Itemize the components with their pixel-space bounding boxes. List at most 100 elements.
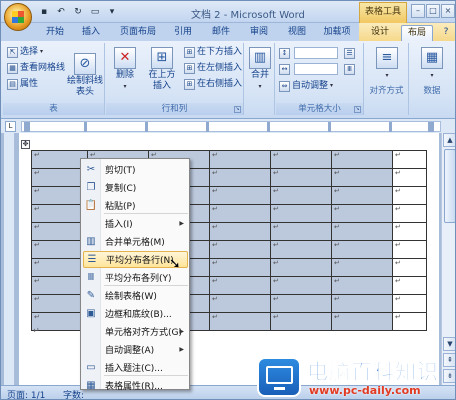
tab-home[interactable]: 开始 bbox=[39, 25, 71, 41]
tab-references[interactable]: 引用 bbox=[167, 25, 199, 41]
tab-view[interactable]: 视图 bbox=[281, 25, 313, 41]
insert-right-button[interactable]: ⊞ 在右侧插入 bbox=[184, 77, 242, 91]
tab-insert[interactable]: 插入 bbox=[75, 25, 107, 41]
dialog-launcher-icon[interactable]: ↘ bbox=[354, 106, 361, 113]
insert-above-button[interactable]: ⊞ 在上方插入 bbox=[146, 47, 178, 92]
table-cell[interactable]: ↵ bbox=[392, 222, 427, 241]
tab-layout[interactable]: 布局 bbox=[401, 25, 433, 41]
table-cell[interactable]: ↵ bbox=[209, 258, 271, 277]
close-button[interactable]: × bbox=[441, 4, 455, 18]
select-button[interactable]: ⇱ 选择 ▾ bbox=[7, 45, 43, 59]
office-button[interactable] bbox=[4, 3, 32, 31]
menu-item[interactable]: ✂ 剪切(T) bbox=[83, 161, 188, 178]
table-cell[interactable]: ↵ bbox=[270, 204, 332, 223]
table-cell[interactable]: ↵ bbox=[331, 222, 393, 241]
vertical-ruler[interactable] bbox=[4, 133, 15, 385]
table-cell[interactable]: ↵ bbox=[392, 276, 427, 295]
table-cell[interactable]: ↵ bbox=[270, 312, 332, 331]
tab-page-layout[interactable]: 页面布局 bbox=[113, 25, 163, 41]
minimize-button[interactable]: – bbox=[411, 4, 425, 18]
table-cell[interactable]: ↵ bbox=[270, 222, 332, 241]
table-cell[interactable]: ↵ bbox=[270, 168, 332, 187]
table-cell[interactable]: ↵ bbox=[331, 258, 393, 277]
ruler-column-marker[interactable] bbox=[389, 122, 392, 132]
ruler-column-marker[interactable] bbox=[84, 122, 87, 132]
table-cell[interactable]: ↵ bbox=[331, 150, 393, 169]
qat-customize-icon[interactable]: ▾ bbox=[105, 5, 119, 19]
table-cell[interactable]: ↵ bbox=[392, 186, 427, 205]
open-icon[interactable]: ▭ bbox=[88, 5, 102, 19]
table-cell[interactable]: ↵ bbox=[270, 186, 332, 205]
status-page-count[interactable]: 页面: 1/1 bbox=[7, 388, 45, 399]
table-cell[interactable]: ↵ bbox=[270, 294, 332, 313]
insert-below-button[interactable]: ⊞ 在下方插入 bbox=[184, 45, 242, 59]
menu-item[interactable]: ▭ 插入题注(C)... bbox=[83, 359, 188, 376]
ruler-column-marker[interactable] bbox=[267, 122, 270, 132]
ruler-indent-marker[interactable] bbox=[24, 122, 30, 132]
menu-item[interactable]: 单元格对齐方式(G) ▶ bbox=[83, 323, 188, 340]
table-cell[interactable]: ↵ bbox=[331, 204, 393, 223]
table-cell[interactable]: ↵ bbox=[392, 240, 427, 259]
ruler-column-marker[interactable] bbox=[328, 122, 331, 132]
table-cell[interactable]: ↵ bbox=[270, 276, 332, 295]
tab-mailings[interactable]: 邮件 bbox=[205, 25, 237, 41]
table-cell[interactable]: ↵ bbox=[392, 168, 427, 187]
menu-item[interactable]: ▥ 合并单元格(M) bbox=[83, 233, 188, 250]
ruler-column-marker[interactable] bbox=[206, 122, 209, 132]
menu-item[interactable]: ✎ 绘制表格(W) bbox=[83, 287, 188, 304]
table-cell[interactable]: ↵ bbox=[270, 150, 332, 169]
scroll-down-icon[interactable]: ▼ bbox=[443, 337, 455, 351]
ruler-column-marker[interactable] bbox=[145, 122, 148, 132]
save-icon[interactable]: ▪ bbox=[37, 5, 51, 19]
autofit-button[interactable]: ⇔ 自动调整 ▾ bbox=[279, 79, 333, 93]
menu-item[interactable]: 📋 粘贴(P) bbox=[83, 197, 188, 214]
table-cell[interactable]: ↵ bbox=[392, 258, 427, 277]
table-cell[interactable]: ↵ bbox=[392, 294, 427, 313]
table-cell[interactable]: ↵ bbox=[209, 312, 271, 331]
menu-item[interactable]: ❐ 复制(C) bbox=[83, 179, 188, 196]
table-cell[interactable]: ↵ bbox=[209, 204, 271, 223]
table-cell[interactable]: ↵ bbox=[331, 168, 393, 187]
table-cell[interactable]: ↵ bbox=[331, 240, 393, 259]
row-height-input[interactable] bbox=[294, 47, 338, 59]
table-cell[interactable]: ↵ bbox=[209, 222, 271, 241]
table-move-handle-icon[interactable]: ✥ bbox=[21, 140, 30, 149]
tab-review[interactable]: 审阅 bbox=[243, 25, 275, 41]
ruler-right-marker[interactable] bbox=[428, 122, 434, 132]
table-cell[interactable]: ↵ bbox=[392, 312, 427, 331]
horizontal-ruler[interactable] bbox=[21, 121, 441, 132]
alignment-button[interactable]: ≡ ▾ bbox=[371, 47, 403, 81]
menu-item[interactable]: ▣ 边框和底纹(B)... bbox=[83, 305, 188, 322]
tab-design[interactable]: 设计 bbox=[365, 25, 395, 41]
table-cell[interactable]: ↵ bbox=[392, 150, 427, 169]
menu-item[interactable]: 插入(I) ▶ bbox=[83, 215, 188, 232]
data-button[interactable]: ▦ ▾ bbox=[418, 47, 446, 81]
table-cell[interactable]: ↵ bbox=[331, 294, 393, 313]
distribute-rows-button[interactable]: ☰ bbox=[344, 46, 355, 60]
table-cell[interactable]: ↵ bbox=[209, 168, 271, 187]
scroll-thumb[interactable] bbox=[444, 149, 455, 223]
table-cell[interactable]: ↵ bbox=[209, 294, 271, 313]
menu-item[interactable]: 自动调整(A) ▶ bbox=[83, 341, 188, 358]
table-cell[interactable]: ↵ bbox=[209, 240, 271, 259]
table-cell[interactable]: ↵ bbox=[392, 204, 427, 223]
table-cell[interactable]: ↵ bbox=[331, 276, 393, 295]
distribute-columns-button[interactable]: Ⅲ bbox=[344, 62, 355, 76]
tab-selector-icon[interactable]: L bbox=[5, 121, 16, 132]
tab-addins[interactable]: 加载项 bbox=[317, 25, 357, 41]
table-cell[interactable]: ↵ bbox=[331, 186, 393, 205]
insert-left-button[interactable]: ⊞ 在左侧插入 bbox=[184, 61, 242, 75]
view-gridlines-button[interactable]: ▦ 查看网格线 bbox=[7, 61, 65, 75]
delete-button[interactable]: ✕ 删除 ▾ bbox=[112, 47, 138, 92]
vertical-scrollbar[interactable]: ▲ ▼ ⇞ ⇟ bbox=[441, 133, 455, 385]
table-cell[interactable]: ↵ bbox=[331, 312, 393, 331]
table-cell[interactable]: ↵ bbox=[209, 150, 271, 169]
draw-diagonal-button[interactable]: ⊘ 绘制斜线表头 bbox=[67, 53, 103, 98]
redo-icon[interactable]: ↻ bbox=[71, 5, 85, 19]
properties-button[interactable]: ▤ 属性 bbox=[7, 77, 38, 91]
help-icon[interactable]: ? bbox=[439, 25, 453, 41]
menu-item[interactable]: ▦ 表格属性(R)... bbox=[83, 377, 188, 394]
table-cell[interactable]: ↵ bbox=[270, 240, 332, 259]
merge-button[interactable]: ▥ 合并 ▾ bbox=[247, 47, 273, 92]
column-width-input[interactable] bbox=[294, 63, 338, 75]
